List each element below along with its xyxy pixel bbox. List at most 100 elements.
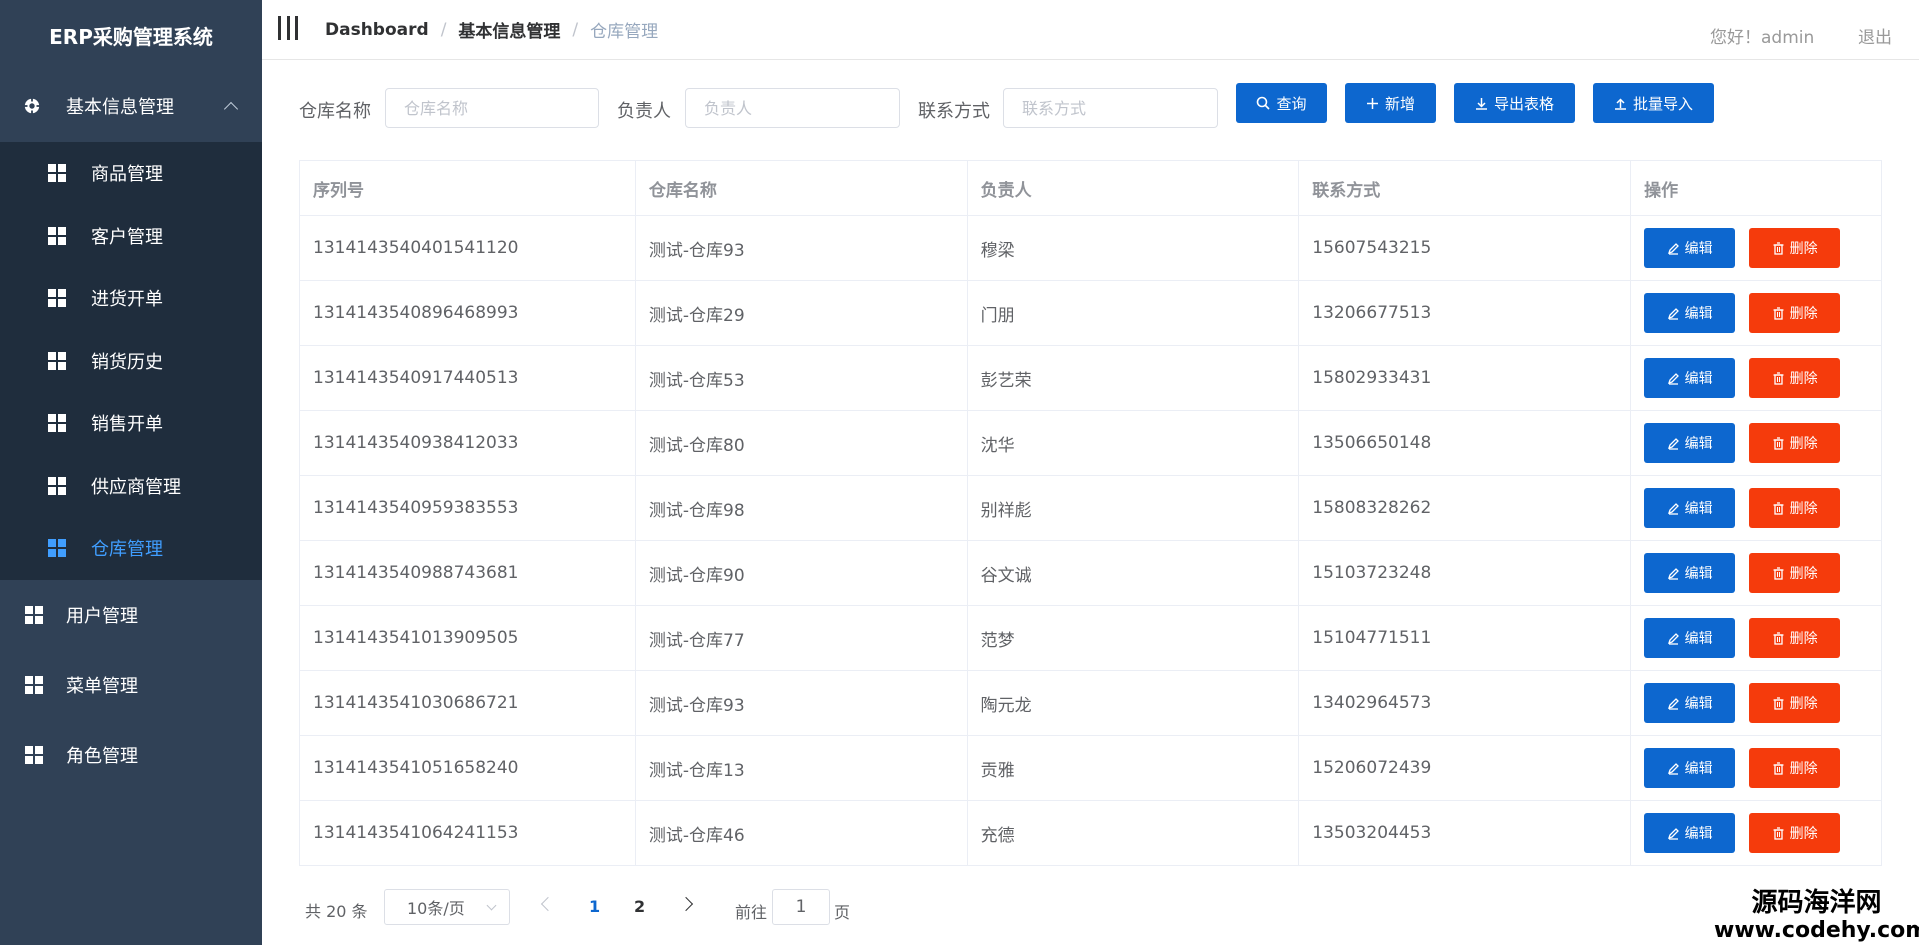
cell-warehouse-name: 测试-仓库29 (634, 280, 968, 346)
delete-button[interactable]: 删除 (1749, 813, 1841, 853)
delete-button[interactable]: 删除 (1749, 228, 1841, 268)
cell-serial: 1314143540917440513 (299, 345, 636, 411)
top-header: Dashboard / 基本信息管理 / 仓库管理 您好！admin 退出 (262, 0, 1919, 60)
edit-button-label: 编辑 (1684, 566, 1713, 582)
manager-input[interactable] (685, 88, 900, 128)
export-button-label: 导出表格 (1493, 94, 1554, 113)
cell-actions: 编辑 删除 (1630, 215, 1882, 281)
sidebar-item-goods[interactable]: 商品管理 (0, 142, 262, 205)
trash-icon (1773, 696, 1784, 710)
cell-manager: 门朋 (966, 280, 1300, 346)
edit-button[interactable]: 编辑 (1644, 358, 1736, 398)
delete-button[interactable]: 删除 (1749, 293, 1841, 333)
cell-contact: 15103723248 (1298, 540, 1632, 606)
edit-button[interactable]: 编辑 (1644, 488, 1736, 528)
table-row: 1314143540959383553 测试-仓库98 别祥彪 15808328262… (299, 475, 1882, 541)
grid-icon (25, 745, 43, 764)
edit-button-label: 编辑 (1684, 306, 1713, 322)
user-greeting: 您好！admin (1710, 28, 1815, 48)
prev-page-icon[interactable] (540, 896, 556, 912)
edit-button[interactable]: 编辑 (1644, 293, 1736, 333)
add-button[interactable]: 新增 (1345, 83, 1436, 123)
delete-button[interactable]: 删除 (1749, 683, 1841, 723)
edit-button[interactable]: 编辑 (1644, 748, 1736, 788)
trash-icon (1773, 761, 1784, 775)
cell-warehouse-name: 测试-仓库53 (634, 345, 968, 411)
sidebar-item-suppliers[interactable]: 供应商管理 (0, 455, 262, 518)
grid-icon (25, 675, 43, 694)
cell-manager: 彭艺荣 (966, 345, 1300, 411)
trash-icon (1773, 241, 1784, 255)
pagination-total: 共 20 条 (305, 902, 368, 921)
delete-button[interactable]: 删除 (1749, 748, 1841, 788)
export-button[interactable]: 导出表格 (1454, 83, 1575, 123)
cell-warehouse-name: 测试-仓库90 (634, 540, 968, 606)
contact-input[interactable] (1003, 88, 1218, 128)
import-button-label: 批量导入 (1632, 94, 1693, 113)
goto-page-input[interactable] (772, 889, 830, 925)
logout-link[interactable]: 退出 (1858, 23, 1892, 48)
hamburger-icon[interactable] (278, 16, 298, 40)
edit-button[interactable]: 编辑 (1644, 553, 1736, 593)
edit-button[interactable]: 编辑 (1644, 683, 1736, 723)
cell-contact: 13206677513 (1298, 280, 1632, 346)
trash-icon (1773, 826, 1784, 840)
grid-icon (48, 164, 66, 183)
table-row: 1314143541064241153 测试-仓库46 充德 13503204453 编… (299, 800, 1882, 866)
next-page-icon[interactable] (678, 896, 694, 912)
sidebar-item-menus[interactable]: 菜单管理 (0, 650, 262, 720)
edit-button[interactable]: 编辑 (1644, 423, 1736, 463)
sidebar-item-purchase-order[interactable]: 进货开单 (0, 267, 262, 330)
grid-icon (48, 226, 66, 245)
grid-icon (48, 476, 66, 495)
sidebar-item-users[interactable]: 用户管理 (0, 580, 262, 650)
breadcrumb-dashboard[interactable]: Dashboard (325, 20, 429, 40)
sidebar-item-sales-order[interactable]: 销售开单 (0, 392, 262, 455)
sidebar-item-label: 客户管理 (91, 226, 163, 248)
delete-button-label: 删除 (1789, 761, 1818, 777)
query-button[interactable]: 查询 (1236, 83, 1327, 123)
delete-button-label: 删除 (1789, 826, 1818, 842)
edit-button[interactable]: 编辑 (1644, 618, 1736, 658)
delete-button-label: 删除 (1789, 436, 1818, 452)
delete-button[interactable]: 删除 (1749, 423, 1841, 463)
delete-button[interactable]: 删除 (1749, 358, 1841, 398)
cell-contact: 15206072439 (1298, 735, 1632, 801)
cell-serial: 1314143541013909505 (299, 605, 636, 671)
add-button-label: 新增 (1384, 94, 1415, 113)
import-button[interactable]: 批量导入 (1593, 83, 1714, 123)
watermark: 源码海洋网 www.codehy.com (1714, 888, 1919, 944)
cell-manager: 陶元龙 (966, 670, 1300, 736)
sidebar-item-warehouse[interactable]: 仓库管理 (0, 517, 262, 580)
sidebar-item-label: 销货历史 (91, 351, 163, 373)
page-number-2[interactable]: 2 (634, 897, 645, 916)
cell-actions: 编辑 删除 (1630, 410, 1882, 476)
cell-serial: 1314143541064241153 (299, 800, 636, 866)
breadcrumb: Dashboard / 基本信息管理 / 仓库管理 (325, 17, 658, 43)
edit-button[interactable]: 编辑 (1644, 813, 1736, 853)
cell-actions: 编辑 删除 (1630, 735, 1882, 801)
cell-warehouse-name: 测试-仓库93 (634, 215, 968, 281)
sidebar-item-label: 角色管理 (66, 745, 138, 767)
delete-button[interactable]: 删除 (1749, 553, 1841, 593)
cell-actions: 编辑 删除 (1630, 475, 1882, 541)
page-number-1[interactable]: 1 (589, 897, 600, 916)
edit-icon (1667, 372, 1679, 385)
warehouse-name-input[interactable] (385, 88, 599, 128)
page-size-value: 10条/页 (407, 899, 465, 918)
cell-serial: 1314143541051658240 (299, 735, 636, 801)
edit-icon (1667, 827, 1679, 840)
delete-button[interactable]: 删除 (1749, 618, 1841, 658)
delete-button[interactable]: 删除 (1749, 488, 1841, 528)
sidebar-item-roles[interactable]: 角色管理 (0, 720, 262, 790)
edit-button[interactable]: 编辑 (1644, 228, 1736, 268)
download-icon (1475, 97, 1487, 110)
sidebar-item-sales-history[interactable]: 销货历史 (0, 330, 262, 393)
app-title: ERP采购管理系统 (49, 24, 213, 49)
cell-actions: 编辑 删除 (1630, 280, 1882, 346)
sidebar-item-customers[interactable]: 客户管理 (0, 205, 262, 268)
breadcrumb-basic-info[interactable]: 基本信息管理 (458, 17, 560, 42)
page-size-select[interactable]: 10条/页 (384, 889, 510, 925)
sidebar-group-basic-info[interactable]: 基本信息管理 (0, 70, 262, 142)
cell-serial: 1314143540988743681 (299, 540, 636, 606)
